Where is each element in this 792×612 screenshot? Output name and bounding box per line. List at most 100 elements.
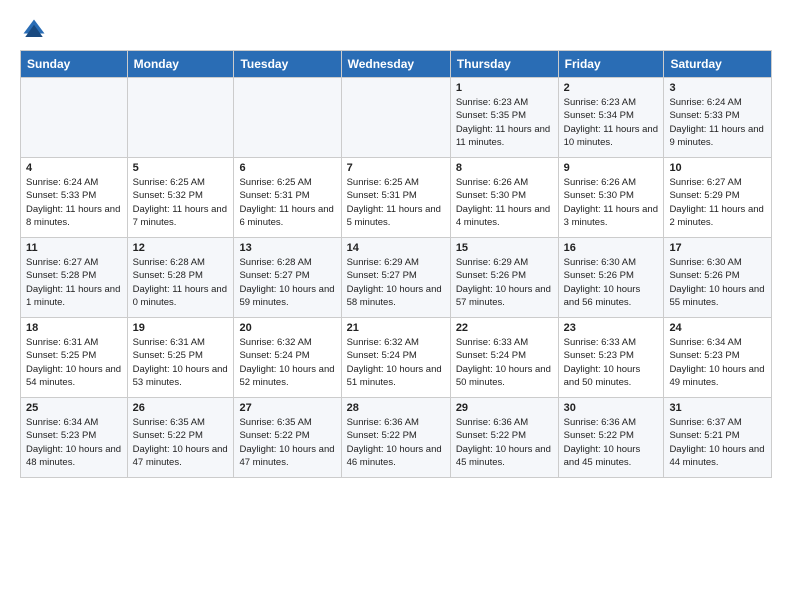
day-cell: 9 Sunrise: 6:26 AM Sunset: 5:30 PM Daylig… [558, 158, 664, 238]
day-info: Sunrise: 6:36 AM Sunset: 5:22 PM Dayligh… [347, 416, 445, 469]
day-info: Sunrise: 6:26 AM Sunset: 5:30 PM Dayligh… [564, 176, 659, 229]
calendar-table: SundayMondayTuesdayWednesdayThursdayFrid… [20, 50, 772, 478]
day-cell: 31 Sunrise: 6:37 AM Sunset: 5:21 PM Dayli… [664, 398, 772, 478]
day-cell: 1 Sunrise: 6:23 AM Sunset: 5:35 PM Daylig… [450, 78, 558, 158]
day-info: Sunrise: 6:34 AM Sunset: 5:23 PM Dayligh… [26, 416, 122, 469]
col-header-saturday: Saturday [664, 51, 772, 78]
col-header-friday: Friday [558, 51, 664, 78]
day-number: 31 [669, 402, 766, 414]
day-info: Sunrise: 6:25 AM Sunset: 5:31 PM Dayligh… [239, 176, 335, 229]
col-header-tuesday: Tuesday [234, 51, 341, 78]
day-cell: 17Sunrise: 6:30 AM Sunset: 5:26 PM Dayli… [664, 238, 772, 318]
day-cell: 29 Sunrise: 6:36 AM Sunset: 5:22 PM Dayli… [450, 398, 558, 478]
header-row: SundayMondayTuesdayWednesdayThursdayFrid… [21, 51, 772, 78]
day-number: 21 [347, 322, 445, 334]
day-info: Sunrise: 6:23 AM Sunset: 5:35 PM Dayligh… [456, 96, 553, 149]
day-cell [127, 78, 234, 158]
logo-icon [20, 16, 48, 44]
week-row-3: 11 Sunrise: 6:27 AM Sunset: 5:28 PM Dayli… [21, 238, 772, 318]
day-number: 9 [564, 162, 659, 174]
day-number: 7 [347, 162, 445, 174]
day-number: 24 [669, 322, 766, 334]
day-info: Sunrise: 6:27 AM Sunset: 5:28 PM Dayligh… [26, 256, 122, 309]
day-info: Sunrise: 6:30 AM Sunset: 5:26 PM Dayligh… [564, 256, 659, 309]
header [20, 16, 772, 44]
day-info: Sunrise: 6:29 AM Sunset: 5:27 PM Dayligh… [347, 256, 445, 309]
day-number: 8 [456, 162, 553, 174]
day-info: Sunrise: 6:24 AM Sunset: 5:33 PM Dayligh… [669, 96, 766, 149]
day-cell: 10 Sunrise: 6:27 AM Sunset: 5:29 PM Dayli… [664, 158, 772, 238]
day-info: Sunrise: 6:31 AM Sunset: 5:25 PM Dayligh… [133, 336, 229, 389]
day-number: 20 [239, 322, 335, 334]
day-info: Sunrise: 6:36 AM Sunset: 5:22 PM Dayligh… [564, 416, 659, 469]
col-header-wednesday: Wednesday [341, 51, 450, 78]
col-header-monday: Monday [127, 51, 234, 78]
day-number: 11 [26, 242, 122, 254]
day-cell: 7 Sunrise: 6:25 AM Sunset: 5:31 PM Daylig… [341, 158, 450, 238]
day-number: 23 [564, 322, 659, 334]
day-cell: 11 Sunrise: 6:27 AM Sunset: 5:28 PM Dayli… [21, 238, 128, 318]
day-number: 15 [456, 242, 553, 254]
day-number: 2 [564, 82, 659, 94]
day-info: Sunrise: 6:33 AM Sunset: 5:24 PM Dayligh… [456, 336, 553, 389]
day-number: 10 [669, 162, 766, 174]
day-number: 27 [239, 402, 335, 414]
day-cell: 19 Sunrise: 6:31 AM Sunset: 5:25 PM Dayli… [127, 318, 234, 398]
day-info: Sunrise: 6:32 AM Sunset: 5:24 PM Dayligh… [347, 336, 445, 389]
week-row-4: 18 Sunrise: 6:31 AM Sunset: 5:25 PM Dayli… [21, 318, 772, 398]
day-info: Sunrise: 6:31 AM Sunset: 5:25 PM Dayligh… [26, 336, 122, 389]
day-number: 1 [456, 82, 553, 94]
day-number: 22 [456, 322, 553, 334]
day-info: Sunrise: 6:27 AM Sunset: 5:29 PM Dayligh… [669, 176, 766, 229]
day-number: 29 [456, 402, 553, 414]
day-info: Sunrise: 6:28 AM Sunset: 5:27 PM Dayligh… [239, 256, 335, 309]
day-number: 5 [133, 162, 229, 174]
day-info: Sunrise: 6:32 AM Sunset: 5:24 PM Dayligh… [239, 336, 335, 389]
day-cell: 13 Sunrise: 6:28 AM Sunset: 5:27 PM Dayli… [234, 238, 341, 318]
day-cell [21, 78, 128, 158]
col-header-sunday: Sunday [21, 51, 128, 78]
day-info: Sunrise: 6:23 AM Sunset: 5:34 PM Dayligh… [564, 96, 659, 149]
day-cell: 12Sunrise: 6:28 AM Sunset: 5:28 PM Dayli… [127, 238, 234, 318]
day-cell: 24 Sunrise: 6:34 AM Sunset: 5:23 PM Dayli… [664, 318, 772, 398]
day-number: 13 [239, 242, 335, 254]
day-cell: 5 Sunrise: 6:25 AM Sunset: 5:32 PM Daylig… [127, 158, 234, 238]
day-number: 12 [133, 242, 229, 254]
day-number: 16 [564, 242, 659, 254]
day-cell [234, 78, 341, 158]
day-cell: 25Sunrise: 6:34 AM Sunset: 5:23 PM Dayli… [21, 398, 128, 478]
day-info: Sunrise: 6:30 AM Sunset: 5:26 PM Dayligh… [669, 256, 766, 309]
day-number: 6 [239, 162, 335, 174]
day-cell: 2 Sunrise: 6:23 AM Sunset: 5:34 PM Daylig… [558, 78, 664, 158]
day-cell: 18 Sunrise: 6:31 AM Sunset: 5:25 PM Dayli… [21, 318, 128, 398]
day-cell: 15Sunrise: 6:29 AM Sunset: 5:26 PM Dayli… [450, 238, 558, 318]
day-cell: 4Sunrise: 6:24 AM Sunset: 5:33 PM Daylig… [21, 158, 128, 238]
day-number: 3 [669, 82, 766, 94]
day-number: 30 [564, 402, 659, 414]
day-cell: 3 Sunrise: 6:24 AM Sunset: 5:33 PM Daylig… [664, 78, 772, 158]
week-row-2: 4Sunrise: 6:24 AM Sunset: 5:33 PM Daylig… [21, 158, 772, 238]
day-cell: 26Sunrise: 6:35 AM Sunset: 5:22 PM Dayli… [127, 398, 234, 478]
day-info: Sunrise: 6:35 AM Sunset: 5:22 PM Dayligh… [133, 416, 229, 469]
day-cell: 6 Sunrise: 6:25 AM Sunset: 5:31 PM Daylig… [234, 158, 341, 238]
day-info: Sunrise: 6:25 AM Sunset: 5:32 PM Dayligh… [133, 176, 229, 229]
day-info: Sunrise: 6:26 AM Sunset: 5:30 PM Dayligh… [456, 176, 553, 229]
day-info: Sunrise: 6:35 AM Sunset: 5:22 PM Dayligh… [239, 416, 335, 469]
day-cell: 22 Sunrise: 6:33 AM Sunset: 5:24 PM Dayli… [450, 318, 558, 398]
day-cell: 30 Sunrise: 6:36 AM Sunset: 5:22 PM Dayli… [558, 398, 664, 478]
day-info: Sunrise: 6:37 AM Sunset: 5:21 PM Dayligh… [669, 416, 766, 469]
day-number: 4 [26, 162, 122, 174]
day-number: 14 [347, 242, 445, 254]
day-cell: 21 Sunrise: 6:32 AM Sunset: 5:24 PM Dayli… [341, 318, 450, 398]
day-cell [341, 78, 450, 158]
day-info: Sunrise: 6:34 AM Sunset: 5:23 PM Dayligh… [669, 336, 766, 389]
day-info: Sunrise: 6:36 AM Sunset: 5:22 PM Dayligh… [456, 416, 553, 469]
day-number: 19 [133, 322, 229, 334]
day-cell: 27 Sunrise: 6:35 AM Sunset: 5:22 PM Dayli… [234, 398, 341, 478]
day-cell: 8 Sunrise: 6:26 AM Sunset: 5:30 PM Daylig… [450, 158, 558, 238]
week-row-1: 1 Sunrise: 6:23 AM Sunset: 5:35 PM Daylig… [21, 78, 772, 158]
day-number: 18 [26, 322, 122, 334]
day-info: Sunrise: 6:25 AM Sunset: 5:31 PM Dayligh… [347, 176, 445, 229]
logo [20, 16, 52, 44]
day-cell: 28Sunrise: 6:36 AM Sunset: 5:22 PM Dayli… [341, 398, 450, 478]
